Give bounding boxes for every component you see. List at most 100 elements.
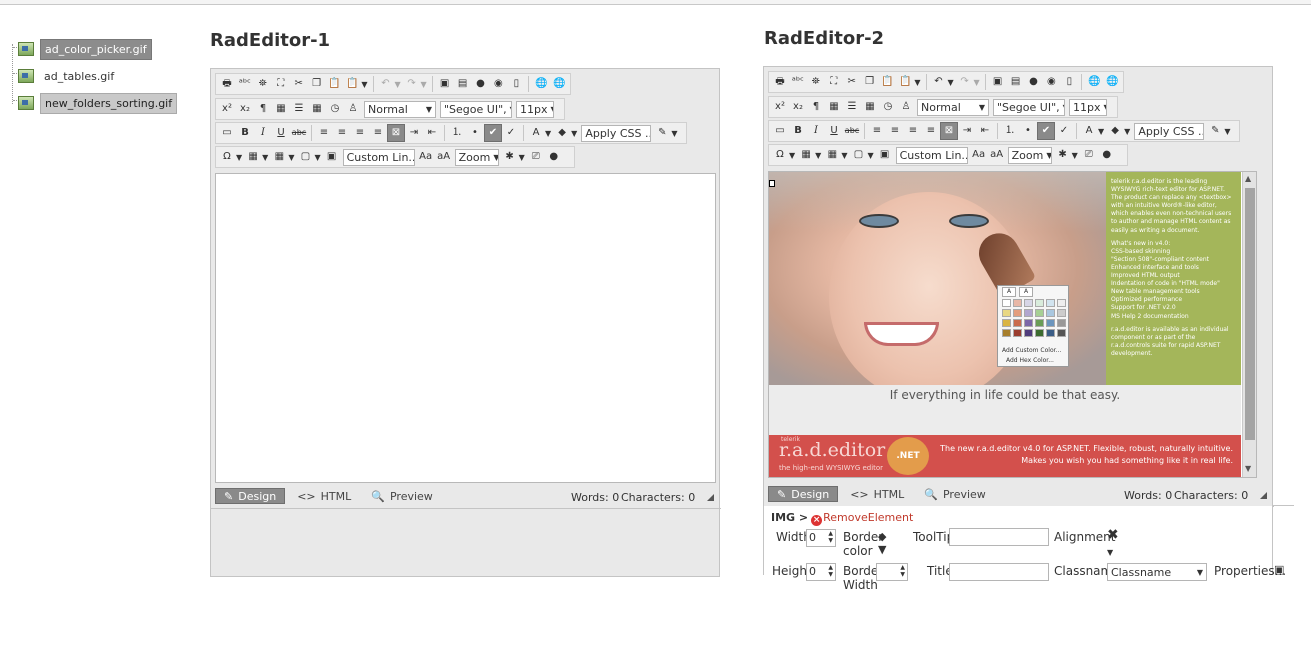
template-manager-icon[interactable]: ▯ (507, 75, 525, 93)
paste-icon[interactable]: 📋 (879, 73, 897, 91)
table-icon[interactable]: ▦ (861, 98, 879, 116)
italic-icon[interactable]: I (254, 124, 272, 142)
toggle-screen-icon[interactable]: ⎚ (1080, 146, 1098, 164)
font-name-select[interactable]: "Segoe UI",▼ (440, 100, 512, 118)
paste-options-icon[interactable]: 📋 (343, 75, 361, 93)
strikethrough-icon[interactable]: abc (290, 124, 308, 142)
media-manager-icon[interactable]: ◉ (1042, 73, 1060, 91)
remove-link-icon[interactable]: 🌐 (1103, 73, 1121, 91)
back-color-icon[interactable]: A (1019, 287, 1033, 297)
color-swatch-grid[interactable] (1002, 299, 1066, 337)
back-color-icon[interactable]: ◆ (553, 124, 571, 142)
symbols-icon[interactable]: Ω (771, 146, 789, 164)
no-align-icon[interactable]: ⊠ (387, 124, 405, 142)
document-manager-icon[interactable]: ▤ (1007, 73, 1025, 91)
format-brush-icon[interactable]: ✎ (653, 124, 671, 142)
copy-icon[interactable]: ❐ (861, 73, 879, 91)
resize-handle-icon[interactable] (1260, 492, 1267, 499)
preview-mode-button[interactable]: 🔍 Preview (363, 488, 441, 504)
paragraph-icon[interactable]: ¶ (254, 100, 272, 118)
no-align-icon[interactable]: ⊠ (940, 122, 958, 140)
media-manager-icon[interactable]: ◉ (489, 75, 507, 93)
flash-manager-icon[interactable]: ● (1025, 73, 1043, 91)
image-manager-icon[interactable]: ▣ (436, 75, 454, 93)
font-size-select[interactable]: 11px▼ (1069, 98, 1107, 116)
indent-icon[interactable]: ⇥ (958, 122, 976, 140)
resize-handle-icon[interactable] (707, 494, 714, 501)
title-input[interactable] (949, 563, 1049, 581)
align-icon[interactable]: ☰ (290, 100, 308, 118)
image-properties-icon[interactable]: ▣ (1274, 563, 1284, 576)
classname-select[interactable]: Classname ▼ (1107, 563, 1207, 581)
insert-form-icon[interactable]: ▢ (849, 146, 867, 164)
undo-icon[interactable]: ↶ (377, 75, 395, 93)
about-icon[interactable]: ● (545, 148, 563, 166)
cut-icon[interactable]: ✂ (290, 75, 308, 93)
scroll-up-icon[interactable]: ▲ (1245, 174, 1251, 183)
module-manager-icon[interactable]: ✱ (1054, 146, 1072, 164)
remove-element-link[interactable]: RemoveElement (823, 511, 913, 524)
font-size-select[interactable]: 11px▼ (516, 100, 554, 118)
date-icon[interactable]: ◷ (326, 100, 344, 118)
spellcheck-icon[interactable]: ᵃᵇᶜ (236, 75, 254, 93)
breadcrumb-tag[interactable]: IMG > (771, 511, 808, 524)
html-mode-button[interactable]: <> HTML (842, 486, 912, 502)
template-manager-icon[interactable]: ▯ (1060, 73, 1078, 91)
numbered-list-icon[interactable]: ⒈ (448, 124, 466, 142)
insert-table-icon[interactable]: ▦ (244, 148, 262, 166)
add-custom-color-link[interactable]: Add Custom Color... (1002, 347, 1061, 354)
height-input[interactable]: 0 ▲ ▼ (806, 563, 836, 581)
outdent-icon[interactable]: ⇤ (976, 122, 994, 140)
align-right-icon[interactable]: ≡ (904, 122, 922, 140)
html-mode-button[interactable]: <> HTML (289, 488, 359, 504)
xhtml-validator-icon[interactable]: ✔ (484, 124, 502, 142)
underline-icon[interactable]: U (825, 122, 843, 140)
image-icon[interactable]: ▣ (323, 148, 341, 166)
hyperlink-icon[interactable]: 🌐 (532, 75, 550, 93)
cut-icon[interactable]: ✂ (843, 73, 861, 91)
strip-icon[interactable]: ▭ (218, 124, 236, 142)
subscript-icon[interactable]: x₂ (236, 100, 254, 118)
bold-icon[interactable]: B (789, 122, 807, 140)
about-icon[interactable]: ● (1098, 146, 1116, 164)
text-case-lower-icon[interactable]: aA (988, 146, 1006, 164)
select-all-icon[interactable]: ⛶ (272, 75, 290, 93)
track-changes-icon[interactable]: ✓ (1055, 122, 1073, 140)
justify-icon[interactable]: ≡ (369, 124, 387, 142)
document-manager-icon[interactable]: ▤ (454, 75, 472, 93)
bullet-list-icon[interactable]: • (466, 124, 484, 142)
tree-item-tables[interactable]: ad_tables.gif (18, 65, 118, 87)
align-icon[interactable]: ☰ (843, 98, 861, 116)
scrollbar-thumb[interactable] (1245, 188, 1255, 440)
paragraph-style-select[interactable]: Normal ▼ (917, 98, 989, 116)
text-case-icon[interactable]: Aa (970, 146, 988, 164)
xhtml-validator-icon[interactable]: ✔ (1037, 122, 1055, 140)
text-case-lower-icon[interactable]: aA (435, 148, 453, 166)
design-mode-button[interactable]: ✎ Design (215, 488, 286, 504)
align-right-icon[interactable]: ≡ (351, 124, 369, 142)
italic-icon[interactable]: I (807, 122, 825, 140)
remove-icon[interactable]: × (811, 515, 823, 526)
zoom-select[interactable]: Zoom▼ (1007, 146, 1052, 164)
outdent-icon[interactable]: ⇤ (423, 124, 441, 142)
editor1-content-area[interactable] (215, 173, 716, 483)
symbols-icon[interactable]: Ω (218, 148, 236, 166)
custom-links-select[interactable]: Custom Lin...▼ (895, 146, 968, 164)
format-painter-icon[interactable]: ♙ (344, 100, 362, 118)
find-icon[interactable]: ⛯ (807, 73, 825, 91)
insert-form-icon[interactable]: ▢ (296, 148, 314, 166)
zoom-select[interactable]: Zoom▼ (454, 148, 499, 166)
bullet-list-icon[interactable]: • (1019, 122, 1037, 140)
tree-item-color-picker[interactable]: ad_color_picker.gif (18, 38, 152, 60)
justify-icon[interactable]: ≡ (922, 122, 940, 140)
underline-icon[interactable]: U (272, 124, 290, 142)
text-case-icon[interactable]: Aa (417, 148, 435, 166)
bold-icon[interactable]: B (236, 124, 254, 142)
format-stripper-icon[interactable]: ▦ (825, 98, 843, 116)
format-stripper-icon[interactable]: ▦ (272, 100, 290, 118)
editor2-content-area[interactable]: telerik r.a.d.editor is the leading WYSI… (768, 171, 1257, 478)
print-icon[interactable]: 🖶 (218, 75, 236, 93)
font-name-select[interactable]: "Segoe UI",▼ (993, 98, 1065, 116)
table-icon[interactable]: ▦ (308, 100, 326, 118)
hyperlink-icon[interactable]: 🌐 (1085, 73, 1103, 91)
